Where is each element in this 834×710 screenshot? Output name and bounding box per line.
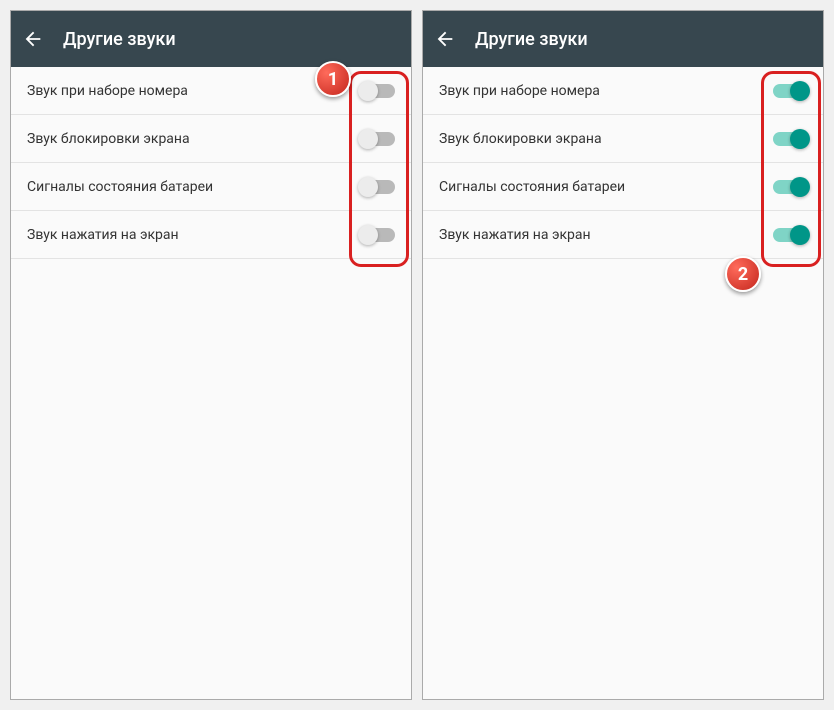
page-title: Другие звуки <box>63 29 176 50</box>
list-item[interactable]: Звук при наборе номера <box>11 67 411 115</box>
phone-panel-right: Другие звуки Звук при наборе номера Звук… <box>422 10 824 700</box>
list-item-label: Звук блокировки экрана <box>27 131 190 147</box>
list-item-label: Звук блокировки экрана <box>439 131 602 147</box>
settings-list: Звук при наборе номера Звук блокировки э… <box>423 67 823 699</box>
annotation-badge: 1 <box>315 61 351 97</box>
list-item[interactable]: Звук нажатия на экран <box>11 211 411 259</box>
settings-list: Звук при наборе номера Звук блокировки э… <box>11 67 411 699</box>
toggle-switch[interactable] <box>361 132 395 146</box>
toolbar: Другие звуки <box>423 11 823 67</box>
back-arrow-icon[interactable] <box>433 27 457 51</box>
annotation-badge: 2 <box>725 256 761 292</box>
list-item-label: Звук при наборе номера <box>27 83 188 99</box>
toggle-switch[interactable] <box>361 180 395 194</box>
list-item[interactable]: Звук блокировки экрана <box>11 115 411 163</box>
page-title: Другие звуки <box>475 29 588 50</box>
list-item[interactable]: Звук блокировки экрана <box>423 115 823 163</box>
list-item-label: Сигналы состояния батареи <box>27 179 213 195</box>
toggle-switch[interactable] <box>773 84 807 98</box>
list-item[interactable]: Звук при наборе номера <box>423 67 823 115</box>
list-item-label: Звук при наборе номера <box>439 83 600 99</box>
list-item-label: Звук нажатия на экран <box>439 227 591 243</box>
toolbar: Другие звуки <box>11 11 411 67</box>
toggle-switch[interactable] <box>773 228 807 242</box>
back-arrow-icon[interactable] <box>21 27 45 51</box>
list-item[interactable]: Звук нажатия на экран <box>423 211 823 259</box>
list-item-label: Сигналы состояния батареи <box>439 179 625 195</box>
list-item-label: Звук нажатия на экран <box>27 227 179 243</box>
list-item[interactable]: Сигналы состояния батареи <box>423 163 823 211</box>
toggle-switch[interactable] <box>773 180 807 194</box>
toggle-switch[interactable] <box>361 228 395 242</box>
toggle-switch[interactable] <box>361 84 395 98</box>
toggle-switch[interactable] <box>773 132 807 146</box>
list-item[interactable]: Сигналы состояния батареи <box>11 163 411 211</box>
phone-panel-left: Другие звуки Звук при наборе номера Звук… <box>10 10 412 700</box>
